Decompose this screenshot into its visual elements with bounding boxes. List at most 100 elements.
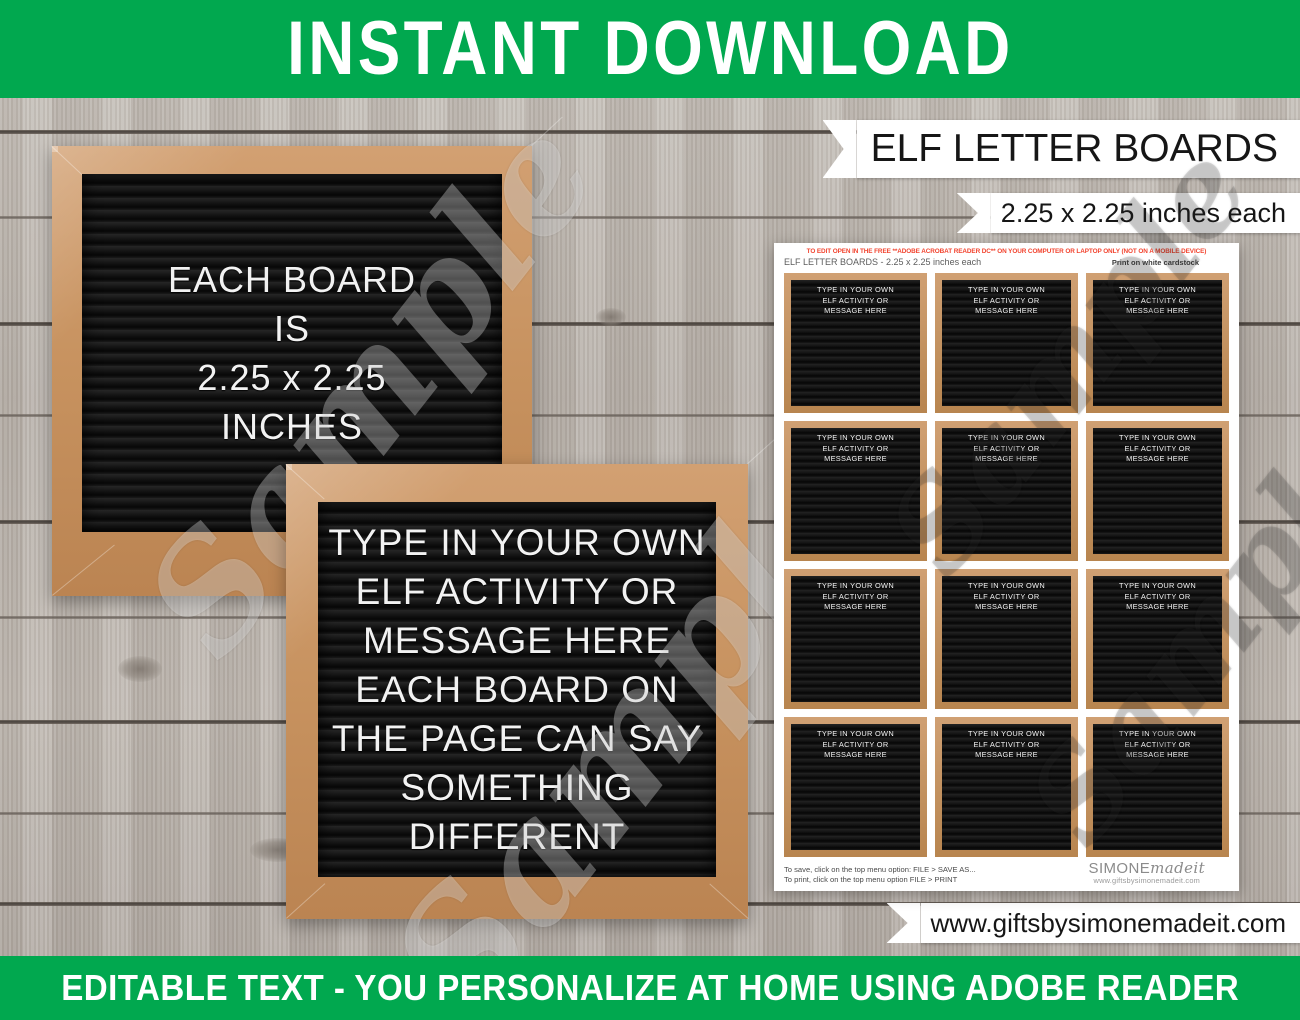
sheet-subheader: ELF LETTER BOARDS - 2.25 x 2.25 inches e… bbox=[780, 256, 1233, 267]
board-line: INCHES bbox=[220, 406, 364, 447]
letter-board-tile: TYPE IN YOUR OWN ELF ACTIVITY OR MESSAGE H… bbox=[784, 273, 927, 413]
logo-brand: SIMONEmadeit bbox=[1088, 859, 1205, 877]
tile-line: ELF ACTIVITY OR bbox=[822, 295, 889, 305]
product-title: ELF LETTER BOARDS bbox=[870, 127, 1278, 170]
tile-line: TYPE IN YOUR OWN bbox=[968, 285, 1045, 294]
tile-line: TYPE IN YOUR OWN bbox=[817, 433, 894, 442]
instant-download-text: INSTANT DOWNLOAD bbox=[286, 6, 1014, 91]
letter-board-tile: TYPE IN YOUR OWN ELF ACTIVITY OR MESSAGE H… bbox=[935, 717, 1078, 857]
board-line: MESSAGE HERE bbox=[362, 620, 672, 661]
tile-line: MESSAGE HERE bbox=[824, 602, 887, 611]
tile-panel: TYPE IN YOUR OWN ELF ACTIVITY OR MESSAGE H… bbox=[1093, 428, 1222, 554]
tile-line: ELF ACTIVITY OR bbox=[822, 739, 889, 749]
tile-panel: TYPE IN YOUR OWN ELF ACTIVITY OR MESSAGE H… bbox=[942, 724, 1071, 850]
tile-panel: TYPE IN YOUR OWN ELF ACTIVITY OR MESSAGE H… bbox=[942, 428, 1071, 554]
letter-board-tile: TYPE IN YOUR OWN ELF ACTIVITY OR MESSAGE H… bbox=[935, 421, 1078, 561]
tile-line: TYPE IN YOUR OWN bbox=[968, 729, 1045, 738]
tile-line: TYPE IN YOUR OWN bbox=[968, 581, 1045, 590]
tile-line: TYPE IN YOUR OWN bbox=[1119, 581, 1196, 590]
size-ribbon: 2.25 x 2.25 inches each bbox=[956, 193, 1300, 233]
website-url: www.giftsbysimonemadeit.com bbox=[930, 907, 1286, 938]
tile-line: ELF ACTIVITY OR bbox=[1124, 591, 1191, 601]
logo-website: www.giftsbysimonemadeit.com bbox=[1093, 876, 1200, 885]
tile-line: MESSAGE HERE bbox=[1126, 750, 1189, 759]
product-listing-image: INSTANT DOWNLOAD ELF LETTER BOARDS 2.25 … bbox=[0, 0, 1300, 1020]
tile-line: TYPE IN YOUR OWN bbox=[817, 729, 894, 738]
tile-line: TYPE IN YOUR OWN bbox=[968, 433, 1045, 442]
tile-line: ELF ACTIVITY OR bbox=[822, 591, 889, 601]
letter-board-tile: TYPE IN YOUR OWN ELF ACTIVITY OR MESSAGE H… bbox=[1086, 717, 1229, 857]
tile-panel: TYPE IN YOUR OWN ELF ACTIVITY OR MESSAGE H… bbox=[791, 280, 920, 406]
board-line: EACH BOARD bbox=[167, 259, 417, 300]
board-line: 2.25 x 2.25 bbox=[197, 357, 387, 398]
save-instruction: To save, click on the top menu option: F… bbox=[784, 865, 976, 874]
board-line: THE PAGE CAN SAY bbox=[331, 718, 703, 759]
tile-line: ELF ACTIVITY OR bbox=[973, 295, 1040, 305]
tile-line: MESSAGE HERE bbox=[824, 454, 887, 463]
tile-line: TYPE IN YOUR OWN bbox=[1119, 285, 1196, 294]
letter-board-tile: TYPE IN YOUR OWN ELF ACTIVITY OR MESSAGE H… bbox=[1086, 273, 1229, 413]
tile-panel: TYPE IN YOUR OWN ELF ACTIVITY OR MESSAGE H… bbox=[1093, 576, 1222, 702]
tile-panel: TYPE IN YOUR OWN ELF ACTIVITY OR MESSAGE H… bbox=[942, 576, 1071, 702]
tile-line: ELF ACTIVITY OR bbox=[822, 443, 889, 453]
tile-panel: TYPE IN YOUR OWN ELF ACTIVITY OR MESSAGE H… bbox=[1093, 724, 1222, 850]
board-line: SOMETHING bbox=[400, 767, 634, 808]
product-size: 2.25 x 2.25 inches each bbox=[1000, 197, 1286, 228]
board-line: IS bbox=[273, 308, 310, 349]
tile-line: ELF ACTIVITY OR bbox=[1124, 443, 1191, 453]
board-line: EACH BOARD ON bbox=[355, 669, 679, 710]
tile-line: ELF ACTIVITY OR bbox=[1124, 295, 1191, 305]
logo-brand-name: SIMONE bbox=[1088, 860, 1151, 877]
tile-panel: TYPE IN YOUR OWN ELF ACTIVITY OR MESSAGE H… bbox=[791, 428, 920, 554]
cardstock-note: Print on white cardstock bbox=[1111, 257, 1199, 267]
board-panel: TYPE IN YOUR OWN ELF ACTIVITY OR MESSAGE… bbox=[318, 502, 716, 877]
letter-board-tile-grid: TYPE IN YOUR OWN ELF ACTIVITY OR MESSAGE H… bbox=[780, 267, 1233, 859]
tile-line: ELF ACTIVITY OR bbox=[973, 443, 1040, 453]
letter-board-tile: TYPE IN YOUR OWN ELF ACTIVITY OR MESSAGE H… bbox=[784, 717, 927, 857]
editable-text-banner: EDITABLE TEXT - YOU PERSONALIZE AT HOME … bbox=[0, 956, 1300, 1020]
letter-board-tile: TYPE IN YOUR OWN ELF ACTIVITY OR MESSAGE H… bbox=[1086, 421, 1229, 561]
tile-line: MESSAGE HERE bbox=[1126, 454, 1189, 463]
tile-line: MESSAGE HERE bbox=[824, 306, 887, 315]
website-ribbon[interactable]: www.giftsbysimonemadeit.com bbox=[886, 903, 1300, 943]
tile-line: TYPE IN YOUR OWN bbox=[1119, 729, 1196, 738]
instant-download-banner: INSTANT DOWNLOAD bbox=[0, 0, 1300, 98]
board-frame: TYPE IN YOUR OWN ELF ACTIVITY OR MESSAGE… bbox=[285, 428, 787, 919]
letter-board-tile: TYPE IN YOUR OWN ELF ACTIVITY OR MESSAGE H… bbox=[935, 569, 1078, 709]
tile-line: MESSAGE HERE bbox=[975, 602, 1038, 611]
tile-panel: TYPE IN YOUR OWN ELF ACTIVITY OR MESSAGE H… bbox=[1093, 280, 1222, 406]
letter-board-sample-message: TYPE IN YOUR OWN ELF ACTIVITY OR MESSAGE… bbox=[285, 428, 787, 919]
tile-line: MESSAGE HERE bbox=[1126, 602, 1189, 611]
tile-line: MESSAGE HERE bbox=[975, 306, 1038, 315]
title-ribbon: ELF LETTER BOARDS bbox=[822, 120, 1300, 178]
letter-board-tile: TYPE IN YOUR OWN ELF ACTIVITY OR MESSAGE H… bbox=[784, 569, 927, 709]
tile-line: ELF ACTIVITY OR bbox=[973, 591, 1040, 601]
tile-panel: TYPE IN YOUR OWN ELF ACTIVITY OR MESSAGE H… bbox=[942, 280, 1071, 406]
board-line: ELF ACTIVITY OR bbox=[355, 571, 679, 612]
tile-line: TYPE IN YOUR OWN bbox=[817, 581, 894, 590]
editable-text-label: EDITABLE TEXT - YOU PERSONALIZE AT HOME … bbox=[61, 967, 1239, 1008]
tile-line: TYPE IN YOUR OWN bbox=[817, 285, 894, 294]
acrobat-warning-text: TO EDIT OPEN IN THE FREE **ADOBE ACROBAT… bbox=[806, 248, 1207, 255]
print-instruction: To print, click on the top menu option F… bbox=[784, 875, 958, 884]
logo-brand-italic: madeit bbox=[1150, 859, 1205, 877]
footer-instructions: To save, click on the top menu option: F… bbox=[784, 865, 976, 885]
tile-panel: TYPE IN YOUR OWN ELF ACTIVITY OR MESSAGE H… bbox=[791, 724, 920, 850]
simone-madeit-logo: SIMONEmadeit www.giftsbysimonemadeit.com bbox=[1088, 859, 1205, 886]
tile-line: MESSAGE HERE bbox=[975, 750, 1038, 759]
sheet-title: ELF LETTER BOARDS - 2.25 x 2.25 inches e… bbox=[784, 257, 982, 267]
tile-line: ELF ACTIVITY OR bbox=[1124, 739, 1191, 749]
letter-board-tile: TYPE IN YOUR OWN ELF ACTIVITY OR MESSAGE H… bbox=[1086, 569, 1229, 709]
tile-panel: TYPE IN YOUR OWN ELF ACTIVITY OR MESSAGE H… bbox=[791, 576, 920, 702]
sheet-footer: To save, click on the top menu option: F… bbox=[780, 859, 1233, 887]
letter-board-tile: TYPE IN YOUR OWN ELF ACTIVITY OR MESSAGE H… bbox=[784, 421, 927, 561]
tile-line: ELF ACTIVITY OR bbox=[973, 739, 1040, 749]
board-line: TYPE IN YOUR OWN bbox=[328, 522, 706, 563]
tile-line: MESSAGE HERE bbox=[1126, 306, 1189, 315]
tile-line: MESSAGE HERE bbox=[824, 750, 887, 759]
tile-line: TYPE IN YOUR OWN bbox=[1119, 433, 1196, 442]
printable-sheet-preview: TO EDIT OPEN IN THE FREE **ADOBE ACROBAT… bbox=[774, 243, 1239, 891]
letter-board-tile: TYPE IN YOUR OWN ELF ACTIVITY OR MESSAGE H… bbox=[935, 273, 1078, 413]
tile-line: MESSAGE HERE bbox=[975, 454, 1038, 463]
board-line: DIFFERENT bbox=[408, 816, 626, 857]
